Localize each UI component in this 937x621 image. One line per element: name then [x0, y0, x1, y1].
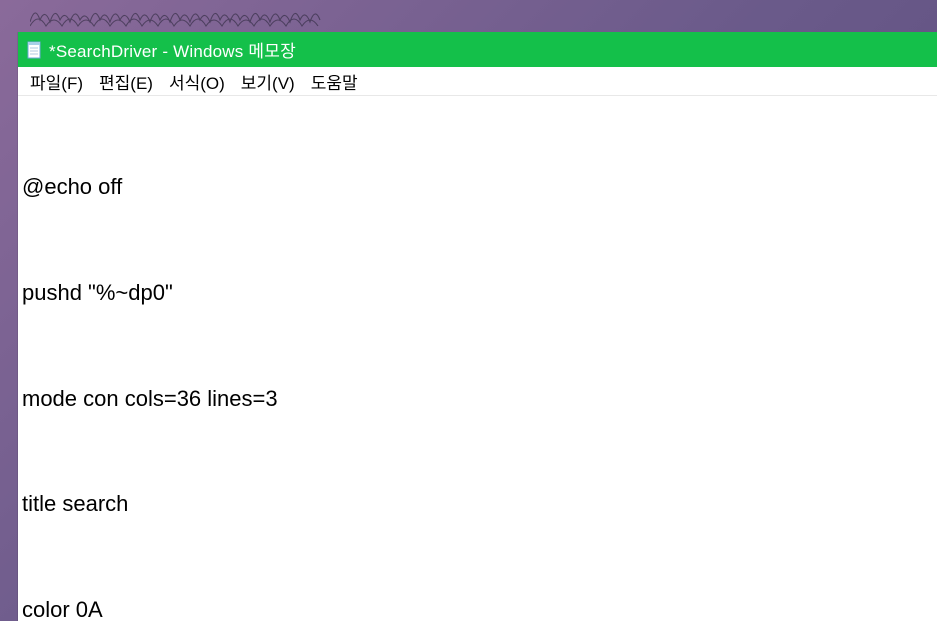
editor-line: title search [22, 486, 933, 521]
menu-file[interactable]: 파일(F) [24, 67, 89, 96]
menu-view[interactable]: 보기(V) [235, 67, 301, 96]
notepad-icon [26, 40, 42, 60]
menu-format[interactable]: 서식(O) [163, 67, 231, 96]
editor-line: color 0A [22, 592, 933, 621]
text-editor-area[interactable]: @echo off pushd "%~dp0" mode con cols=36… [18, 96, 937, 621]
window-title: *SearchDriver - Windows 메모장 [49, 37, 296, 62]
menubar: 파일(F) 편집(E) 서식(O) 보기(V) 도움말 [18, 67, 937, 96]
desktop-background [0, 0, 937, 32]
menu-help[interactable]: 도움말 [305, 67, 364, 96]
window-titlebar[interactable]: *SearchDriver - Windows 메모장 [18, 32, 937, 67]
editor-line: mode con cols=36 lines=3 [22, 381, 933, 416]
editor-line: pushd "%~dp0" [22, 275, 933, 310]
notepad-window: *SearchDriver - Windows 메모장 파일(F) 편집(E) … [18, 32, 937, 621]
editor-line: @echo off [22, 169, 933, 204]
desktop-art-fragment [30, 0, 330, 30]
menu-edit[interactable]: 편집(E) [93, 67, 159, 96]
